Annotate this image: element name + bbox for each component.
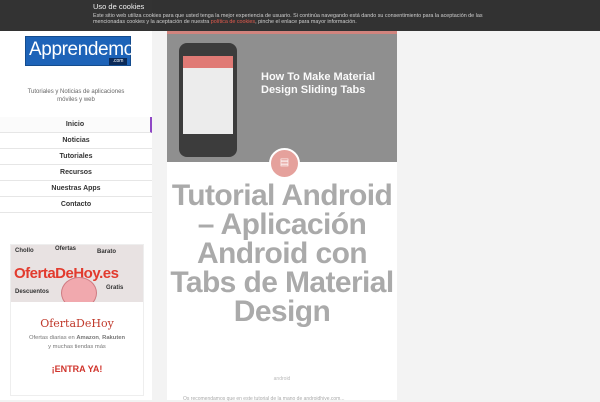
ad-title: OfertaDeHoy xyxy=(40,317,114,330)
ad-word: Gratis xyxy=(106,285,124,291)
logo-suffix: .com xyxy=(109,58,127,65)
article-hero-image[interactable]: How To Make Material Design Sliding Tabs xyxy=(167,31,397,162)
ad-word: Ofertas xyxy=(55,246,77,252)
hero-accent-line xyxy=(167,31,397,34)
nav-item-inicio[interactable]: Inicio xyxy=(0,117,152,133)
article-snippet: Os recomendamos que en este tutorial de … xyxy=(183,396,345,402)
nav-item-nuestras-apps[interactable]: Nuestras Apps xyxy=(0,181,152,197)
site-tagline: Tutoriales y Noticias de aplicaciones mó… xyxy=(27,89,125,103)
nav-item-noticias[interactable]: Noticias xyxy=(0,133,152,149)
nav-item-tutoriales[interactable]: Tutoriales xyxy=(0,149,152,165)
cookie-banner: Uso de cookies Este sitio web utiliza co… xyxy=(0,0,600,31)
article-card: How To Make Material Design Sliding Tabs… xyxy=(167,31,397,402)
main-nav: Inicio Noticias Tutoriales Recursos Nues… xyxy=(0,117,152,213)
nav-item-contacto[interactable]: Contacto xyxy=(0,197,152,213)
phone-mockup xyxy=(179,43,237,157)
ad-banner-image: Chollo Ofertas Barato Gratis Descuentos … xyxy=(11,245,143,302)
phone-screen xyxy=(183,56,233,134)
sidebar: Apprendemos .com Tutoriales y Noticias d… xyxy=(0,0,152,400)
document-icon: ▤ xyxy=(269,148,300,179)
ad-description: Ofertas diarias en Amazon, Rakuten y muc… xyxy=(28,335,126,350)
cookie-title: Uso de cookies xyxy=(93,2,145,11)
ad-word: Chollo xyxy=(15,248,34,254)
site-logo[interactable]: Apprendemos .com xyxy=(25,36,143,68)
ad-banner-text: OfertaDeHoy.es xyxy=(14,265,119,282)
cookie-policy-link[interactable]: política de cookies xyxy=(211,19,255,25)
ad-cta-link[interactable]: ¡ENTRA YA! xyxy=(11,364,143,374)
ofertadehoy-ad[interactable]: Chollo Ofertas Barato Gratis Descuentos … xyxy=(10,244,144,396)
cookie-text: Este sitio web utiliza cookies para que … xyxy=(93,13,483,25)
ad-word: Barato xyxy=(97,249,117,255)
article-author[interactable]: android xyxy=(167,376,397,382)
piggy-bank-icon xyxy=(61,277,97,302)
phone-app-bar xyxy=(183,56,233,68)
article-title[interactable]: Tutorial Android – Aplicación Android co… xyxy=(167,181,397,327)
nav-item-recursos[interactable]: Recursos xyxy=(0,165,152,181)
ad-word: Descuentos xyxy=(15,289,50,295)
hero-caption: How To Make Material Design Sliding Tabs xyxy=(261,71,376,96)
